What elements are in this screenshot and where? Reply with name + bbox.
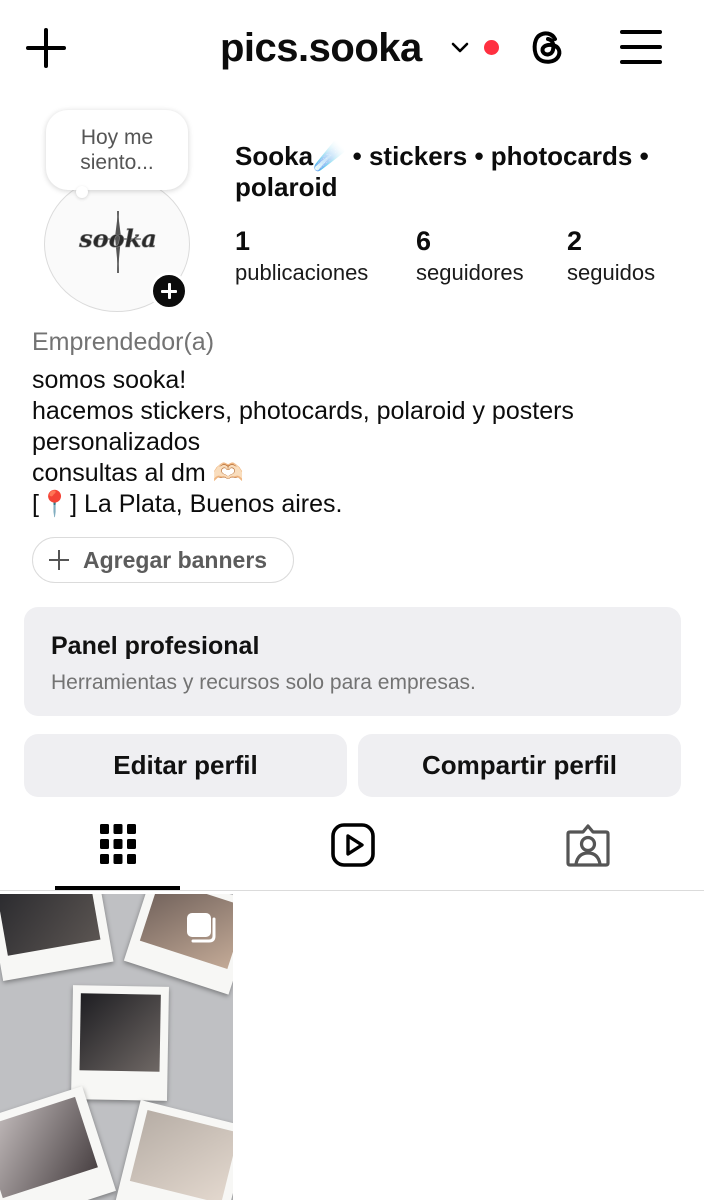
grid-icon — [99, 824, 136, 864]
polaroid-photo — [0, 1086, 117, 1200]
svg-text:sooka: sooka — [78, 224, 157, 253]
profile-username[interactable]: pics.sooka — [220, 26, 422, 71]
professional-dashboard-panel[interactable]: Panel profesional Herramientas y recurso… — [24, 607, 681, 716]
share-profile-button[interactable]: Compartir perfil — [358, 734, 681, 797]
notification-dot — [484, 40, 499, 55]
multiple-images-icon — [187, 913, 216, 943]
stat-followers-label: seguidores — [416, 260, 524, 285]
bio-line: hacemos stickers, photocards, polaroid y… — [32, 397, 574, 425]
stat-following-label: seguidos — [567, 260, 656, 285]
panel-title: Panel profesional — [51, 632, 260, 660]
add-banners-button[interactable]: Agregar banners — [32, 537, 294, 583]
bio-line: somos sooka! — [32, 366, 187, 394]
tab-tagged[interactable] — [470, 812, 704, 890]
chevron-down-icon[interactable] — [450, 38, 470, 58]
polaroid-photo — [71, 985, 169, 1101]
stat-following-count: 2 — [567, 226, 583, 256]
profile-avatar-wrapper[interactable]: sooka — [44, 176, 190, 312]
add-banners-label: Agregar banners — [83, 547, 268, 573]
add-story-plus-icon[interactable] — [150, 272, 188, 310]
profile-display-name: Sooka☄️ • stickers • photocards • polaro… — [235, 141, 649, 202]
stat-posts[interactable]: 1 publicaciones — [235, 226, 368, 290]
stat-posts-count: 1 — [235, 226, 251, 256]
tab-reels[interactable] — [235, 812, 470, 890]
panel-subtitle: Herramientas y recursos solo para empres… — [51, 671, 476, 694]
note-bubble[interactable]: Hoy me siento... — [46, 110, 188, 190]
note-bubble-tail — [76, 186, 88, 198]
stat-following[interactable]: 2 seguidos — [567, 226, 655, 290]
stat-followers-count: 6 — [416, 226, 432, 256]
bio-line: personalizados — [32, 428, 201, 456]
polaroid-photo — [0, 894, 114, 981]
profile-category: Emprendedor(a) — [32, 328, 215, 356]
threads-icon[interactable] — [524, 24, 570, 70]
tagged-person-icon — [565, 824, 610, 867]
stat-followers[interactable]: 6 seguidores — [416, 226, 524, 290]
bio-line: consultas al dm 🫶🏻 — [32, 459, 244, 487]
edit-profile-button[interactable]: Editar perfil — [24, 734, 347, 797]
tab-posts[interactable] — [0, 812, 235, 890]
hamburger-menu-icon[interactable] — [620, 28, 662, 66]
plus-icon — [49, 550, 69, 570]
reels-icon — [330, 823, 375, 867]
stat-posts-label: publicaciones — [235, 260, 369, 285]
top-bar: pics.sooka — [0, 0, 704, 98]
polaroid-photo — [114, 1100, 233, 1200]
tabs-divider — [0, 890, 704, 891]
bio-line: [📍] La Plata, Buenos aires. — [32, 490, 343, 518]
profile-bio: somos sooka! hacemos stickers, photocard… — [32, 365, 682, 520]
create-plus-icon[interactable] — [26, 28, 66, 68]
